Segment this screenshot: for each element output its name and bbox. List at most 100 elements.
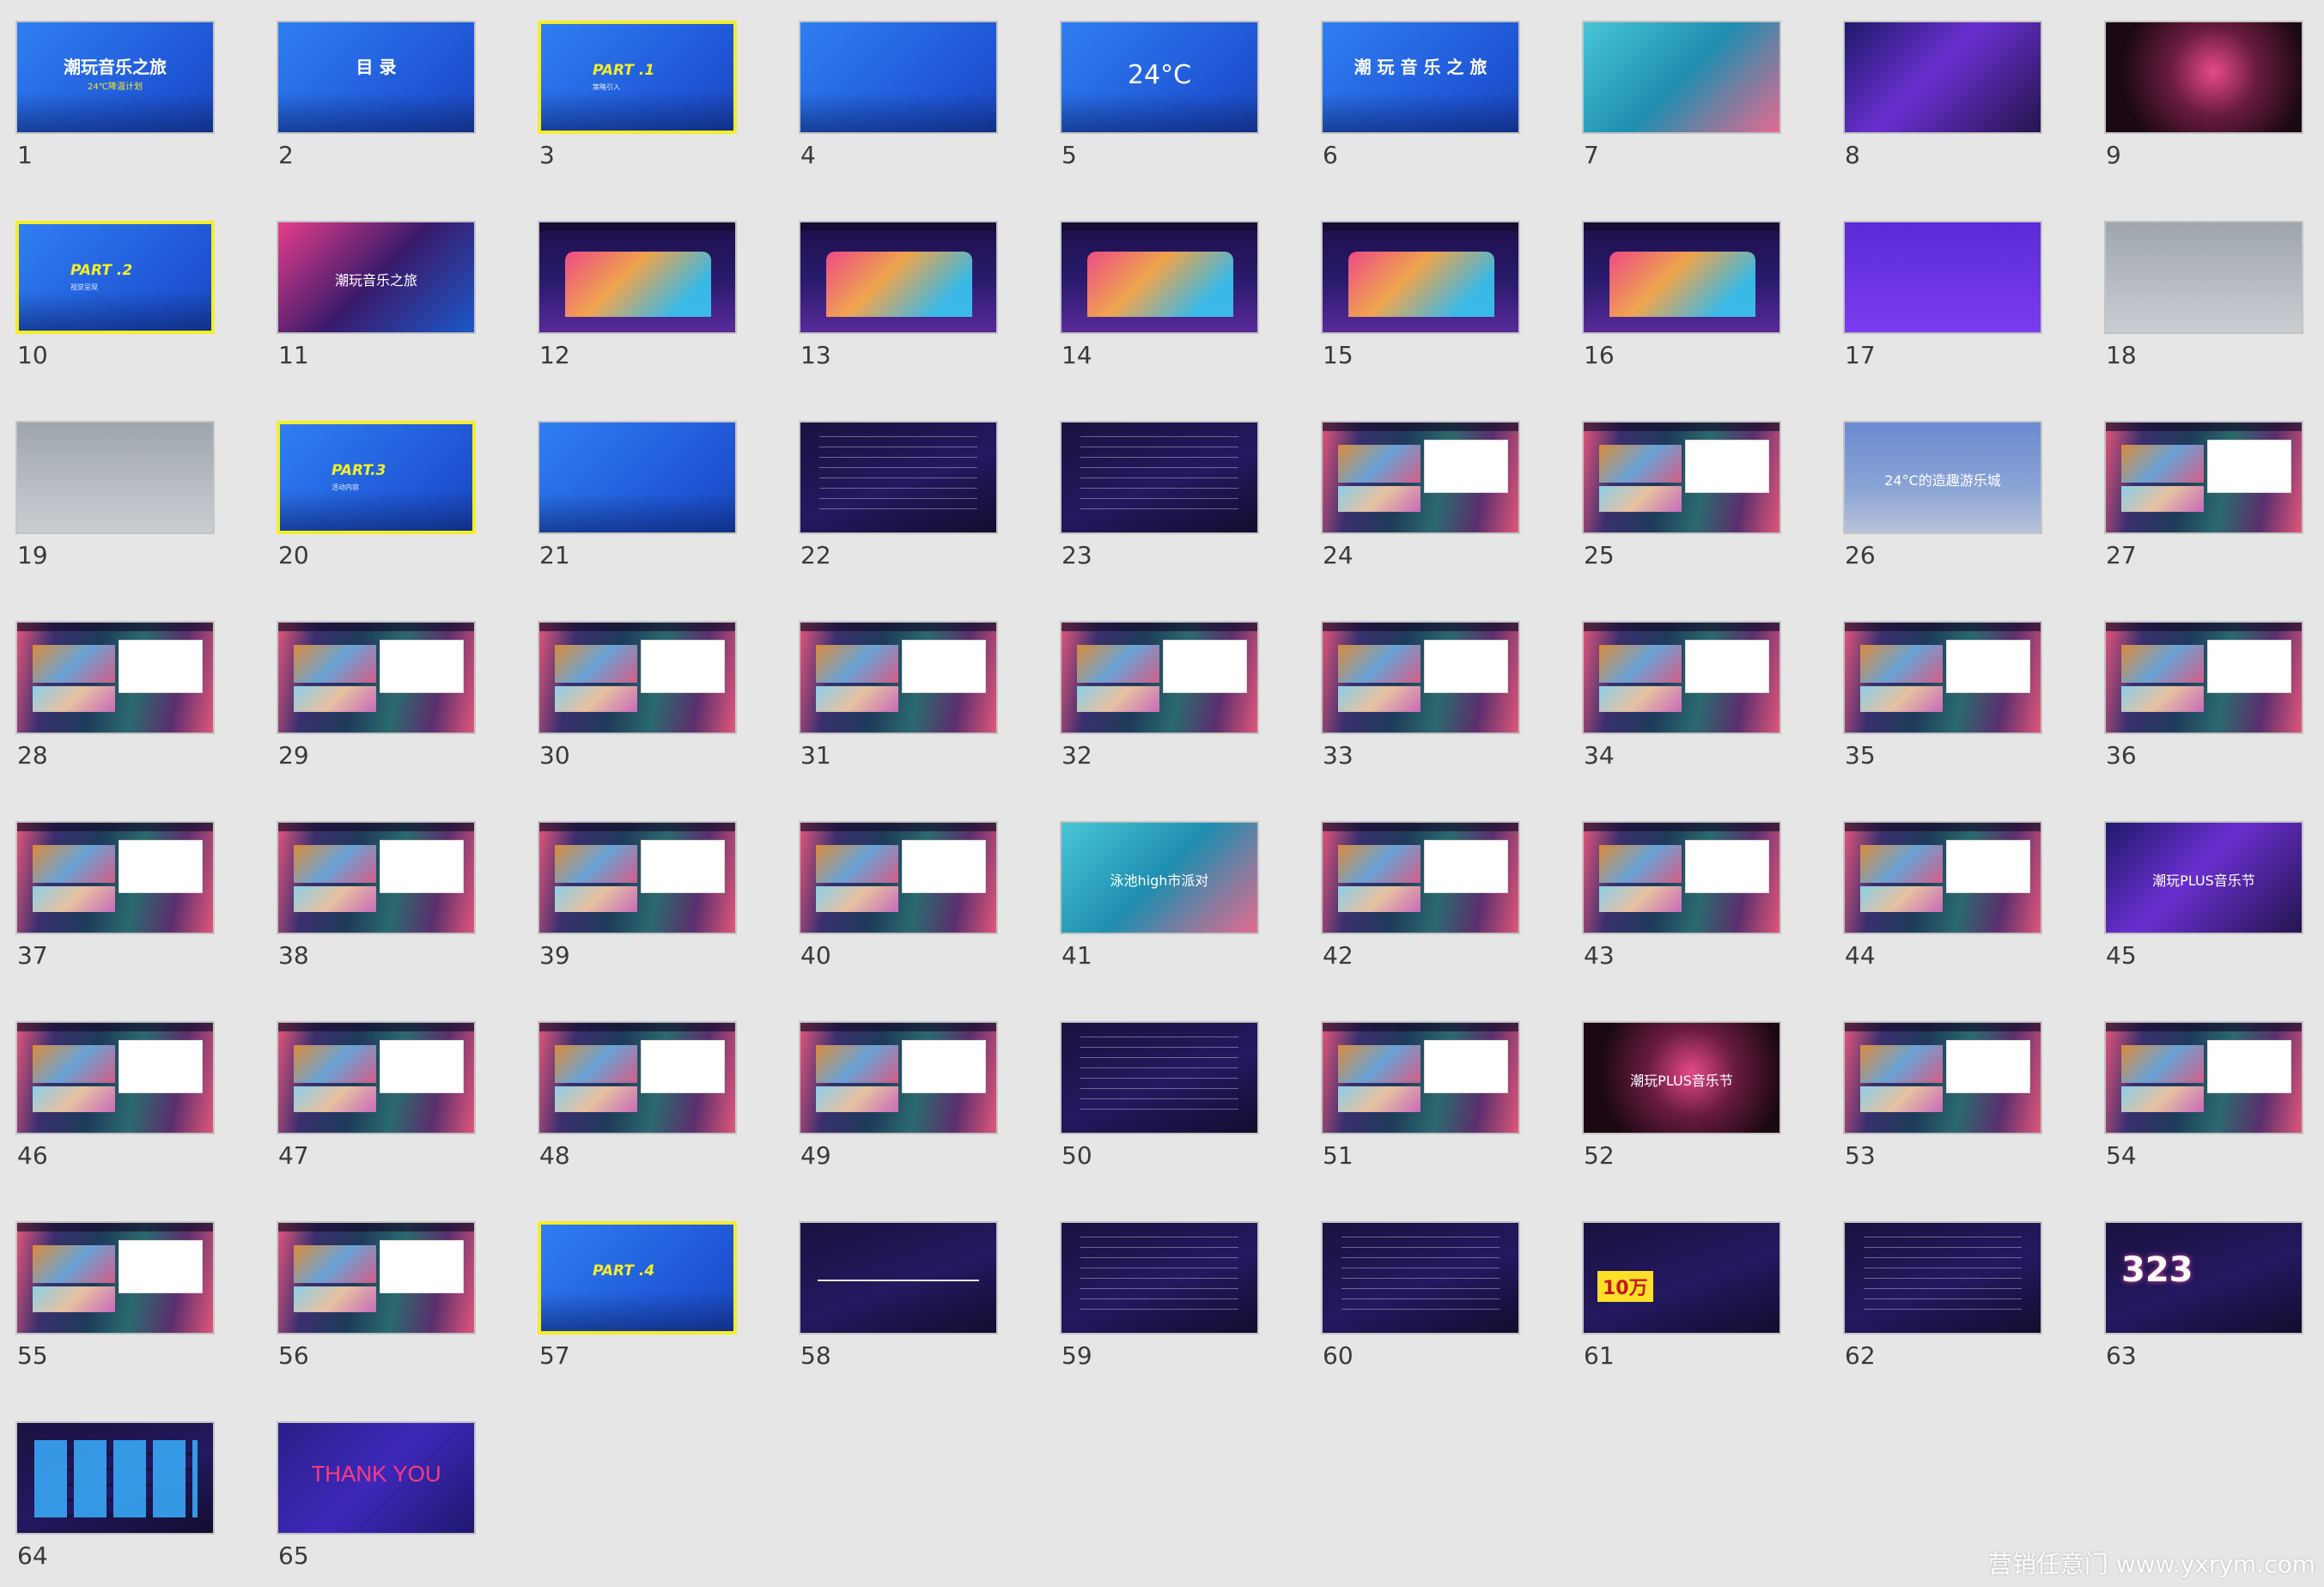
- slide-preview[interactable]: [2104, 621, 2303, 734]
- slide-preview[interactable]: [799, 21, 998, 134]
- slide-preview[interactable]: 泳池high市派对: [1060, 821, 1259, 934]
- slide-preview[interactable]: [799, 1021, 998, 1134]
- slide-thumbnail[interactable]: 25: [1582, 421, 1781, 569]
- slide-thumbnail[interactable]: 目 录 2: [277, 21, 476, 169]
- slide-thumbnail[interactable]: 30: [538, 621, 737, 769]
- slide-preview[interactable]: PART .2 视觉呈现: [15, 221, 215, 334]
- slide-thumbnail[interactable]: PART .4 57: [538, 1221, 737, 1370]
- slide-preview[interactable]: [15, 1221, 215, 1335]
- slide-preview[interactable]: [1843, 621, 2042, 734]
- slide-thumbnail[interactable]: 23: [1060, 421, 1259, 569]
- slide-thumbnail[interactable]: 64: [15, 1421, 215, 1570]
- slide-preview[interactable]: [799, 221, 998, 334]
- slide-thumbnail[interactable]: 10万 61: [1582, 1221, 1781, 1370]
- slide-thumbnail[interactable]: 潮玩音乐之旅 24℃降温计划 1: [15, 21, 215, 169]
- slide-preview[interactable]: [538, 621, 737, 734]
- slide-preview[interactable]: [277, 621, 476, 734]
- slide-thumbnail[interactable]: 48: [538, 1021, 737, 1170]
- slide-thumbnail[interactable]: 24: [1321, 421, 1520, 569]
- slide-preview[interactable]: 目 录: [277, 21, 476, 134]
- slide-preview[interactable]: [1582, 421, 1781, 534]
- slide-preview[interactable]: 24°C的造趣游乐城: [1843, 421, 2042, 534]
- slide-thumbnail[interactable]: 34: [1582, 621, 1781, 769]
- slide-preview[interactable]: [1321, 1021, 1520, 1134]
- slide-preview[interactable]: 潮玩音乐之旅: [277, 221, 476, 334]
- slide-preview[interactable]: [2104, 1021, 2303, 1134]
- slide-thumbnail[interactable]: 潮 玩 音 乐 之 旅 6: [1321, 21, 1520, 169]
- slide-preview[interactable]: [15, 421, 215, 534]
- slide-thumbnail[interactable]: 24°C 5: [1060, 21, 1259, 169]
- slide-preview[interactable]: PART.3 活动内容: [277, 421, 476, 534]
- slide-preview[interactable]: [1843, 21, 2042, 134]
- slide-thumbnail[interactable]: 40: [799, 821, 998, 970]
- slide-thumbnail[interactable]: 32: [1060, 621, 1259, 769]
- slide-preview[interactable]: [277, 821, 476, 934]
- slide-preview[interactable]: [1321, 421, 1520, 534]
- slide-thumbnail[interactable]: 潮玩PLUS音乐节 45: [2104, 821, 2303, 970]
- slide-thumbnail[interactable]: 22: [799, 421, 998, 569]
- slide-preview[interactable]: [1060, 421, 1259, 534]
- slide-preview[interactable]: [1060, 1221, 1259, 1335]
- slide-preview[interactable]: [2104, 421, 2303, 534]
- slide-preview[interactable]: [1582, 21, 1781, 134]
- slide-preview[interactable]: [277, 1021, 476, 1134]
- slide-preview[interactable]: [1843, 221, 2042, 334]
- slide-preview[interactable]: [538, 421, 737, 534]
- slide-thumbnail[interactable]: 46: [15, 1021, 215, 1170]
- slide-preview[interactable]: 323: [2104, 1221, 2303, 1335]
- slide-thumbnail[interactable]: 14: [1060, 221, 1259, 369]
- slide-thumbnail[interactable]: 35: [1843, 621, 2042, 769]
- slide-thumbnail[interactable]: 潮玩音乐之旅 11: [277, 221, 476, 369]
- slide-thumbnail[interactable]: 19: [15, 421, 215, 569]
- slide-preview[interactable]: 潮玩音乐之旅 24℃降温计划: [15, 21, 215, 134]
- slide-preview[interactable]: [2104, 21, 2303, 134]
- slide-thumbnail[interactable]: 54: [2104, 1021, 2303, 1170]
- slide-preview[interactable]: [538, 1021, 737, 1134]
- slide-preview[interactable]: [1060, 621, 1259, 734]
- slide-preview[interactable]: [799, 1221, 998, 1335]
- slide-preview[interactable]: [1321, 221, 1520, 334]
- slide-preview[interactable]: [15, 821, 215, 934]
- slide-thumbnail[interactable]: 18: [2104, 221, 2303, 369]
- slide-preview[interactable]: [1321, 621, 1520, 734]
- slide-thumbnail[interactable]: 15: [1321, 221, 1520, 369]
- slide-thumbnail[interactable]: 44: [1843, 821, 2042, 970]
- slide-thumbnail[interactable]: 泳池high市派对 41: [1060, 821, 1259, 970]
- slide-preview[interactable]: 24°C: [1060, 21, 1259, 134]
- slide-thumbnail[interactable]: THANK YOU 65: [277, 1421, 476, 1570]
- slide-thumbnail[interactable]: 16: [1582, 221, 1781, 369]
- slide-preview[interactable]: [15, 1021, 215, 1134]
- slide-thumbnail[interactable]: 7: [1582, 21, 1781, 169]
- slide-thumbnail[interactable]: 33: [1321, 621, 1520, 769]
- slide-thumbnail[interactable]: 8: [1843, 21, 2042, 169]
- slide-preview[interactable]: [1321, 821, 1520, 934]
- slide-thumbnail[interactable]: 49: [799, 1021, 998, 1170]
- slide-thumbnail[interactable]: 38: [277, 821, 476, 970]
- slide-preview[interactable]: [1843, 821, 2042, 934]
- slide-preview[interactable]: [1321, 1221, 1520, 1335]
- slide-thumbnail[interactable]: 17: [1843, 221, 2042, 369]
- slide-thumbnail[interactable]: 47: [277, 1021, 476, 1170]
- slide-preview[interactable]: [1582, 221, 1781, 334]
- slide-thumbnail[interactable]: 27: [2104, 421, 2303, 569]
- slide-thumbnail[interactable]: 37: [15, 821, 215, 970]
- slide-thumbnail[interactable]: 21: [538, 421, 737, 569]
- slide-preview[interactable]: [2104, 221, 2303, 334]
- slide-thumbnail[interactable]: 29: [277, 621, 476, 769]
- slide-thumbnail[interactable]: 43: [1582, 821, 1781, 970]
- slide-thumbnail[interactable]: 39: [538, 821, 737, 970]
- slide-thumbnail[interactable]: 24°C的造趣游乐城 26: [1843, 421, 2042, 569]
- slide-preview[interactable]: 潮玩PLUS音乐节: [2104, 821, 2303, 934]
- slide-preview[interactable]: [15, 1421, 215, 1535]
- slide-thumbnail[interactable]: 潮玩PLUS音乐节 52: [1582, 1021, 1781, 1170]
- slide-preview[interactable]: [277, 1221, 476, 1335]
- slide-preview[interactable]: [1060, 1021, 1259, 1134]
- slide-thumbnail[interactable]: 50: [1060, 1021, 1259, 1170]
- slide-preview[interactable]: [799, 821, 998, 934]
- slide-preview[interactable]: [1843, 1021, 2042, 1134]
- slide-preview[interactable]: [799, 421, 998, 534]
- slide-thumbnail[interactable]: 13: [799, 221, 998, 369]
- slide-thumbnail[interactable]: 36: [2104, 621, 2303, 769]
- slide-thumbnail[interactable]: 9: [2104, 21, 2303, 169]
- slide-thumbnail[interactable]: 4: [799, 21, 998, 169]
